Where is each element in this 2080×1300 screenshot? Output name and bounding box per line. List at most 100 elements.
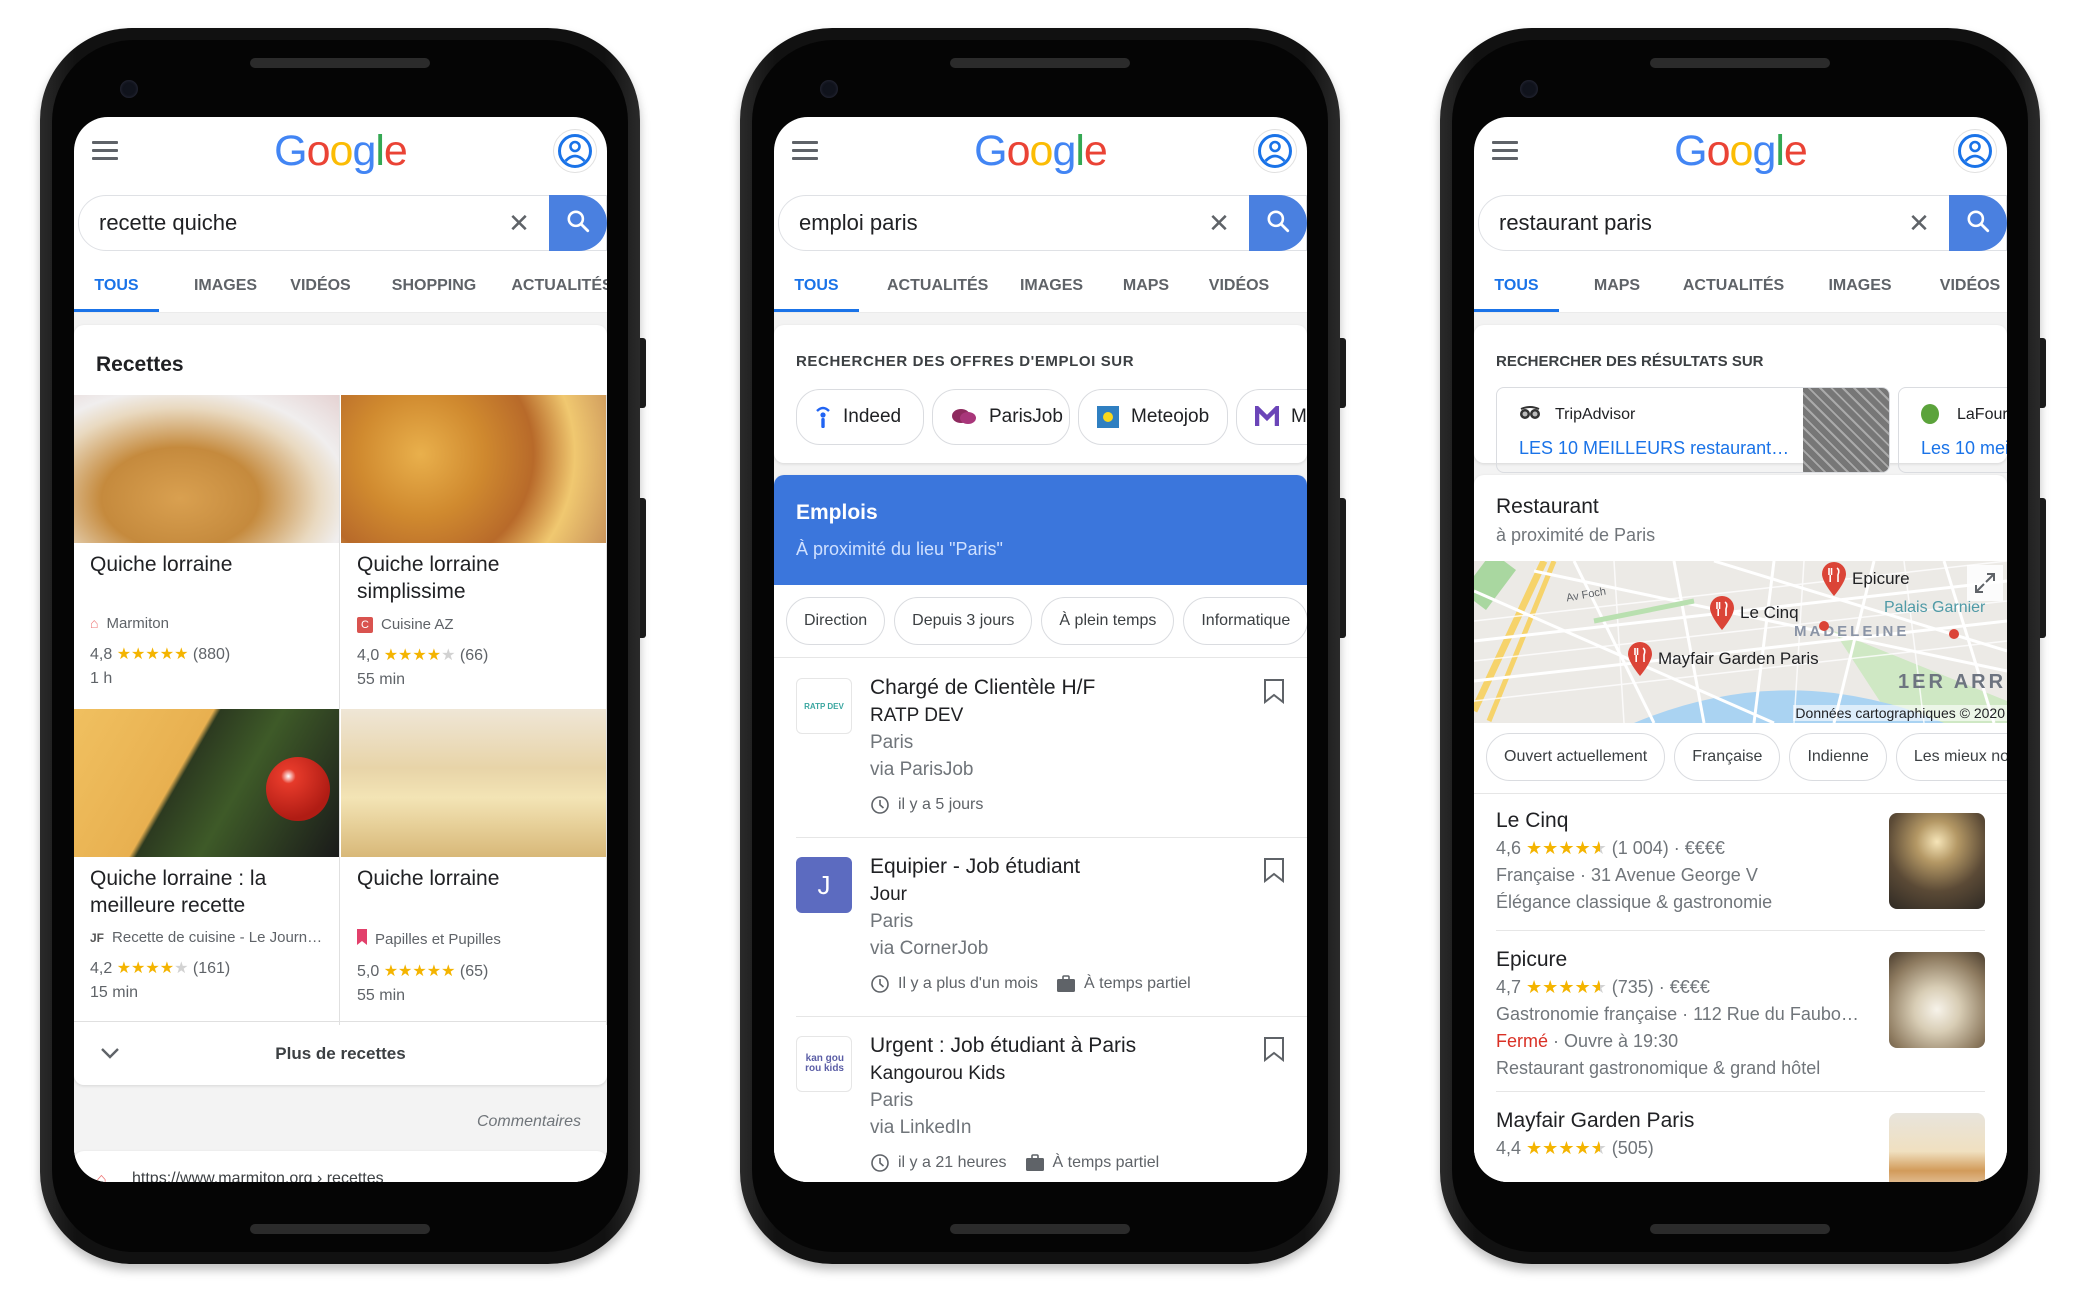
volume-button — [1340, 498, 1346, 638]
job-site-chips: Indeed ParisJob Meteojob Mon — [796, 389, 1307, 445]
search-button[interactable] — [1949, 195, 2007, 251]
tab-images[interactable]: IMAGES — [1007, 259, 1096, 312]
recipe-card[interactable]: Quiche lorraine simplissime C Cuisine AZ … — [341, 395, 607, 711]
web-result[interactable]: ⌂ https://www.marmiton.org › recettes — [74, 1151, 607, 1182]
restaurant-listing[interactable]: Mayfair Garden Paris 4,4 ★★★★★ (505) — [1496, 1091, 1985, 1182]
google-logo[interactable]: Google — [974, 127, 1108, 176]
menu-icon[interactable] — [1492, 141, 1518, 160]
tab-actualités[interactable]: ACTUALITÉS — [887, 259, 988, 312]
filter-chip[interactable]: Depuis 3 jours — [894, 597, 1033, 645]
company-logo: RATP DEV — [796, 678, 852, 734]
pin-label: Mayfair Garden Paris — [1658, 648, 1819, 668]
search-button[interactable] — [1249, 195, 1307, 251]
tab-tous[interactable]: TOUS — [774, 259, 859, 312]
rating-value: 4,8 — [90, 646, 113, 663]
tab-maps[interactable]: MAPS — [1116, 259, 1176, 312]
job-site-parisjob[interactable]: ParisJob — [932, 389, 1070, 445]
filter-chip[interactable]: Direction — [786, 597, 886, 645]
job-site-label: ParisJob — [989, 406, 1063, 427]
filter-chip[interactable]: Informatique — [1183, 597, 1307, 645]
search-tabs: TOUS ACTUALITÉS IMAGES MAPS VIDÉOS — [774, 259, 1307, 313]
filter-chip[interactable]: Indienne — [1789, 733, 1887, 781]
tab-images[interactable]: IMAGES — [187, 259, 264, 312]
front-camera — [820, 80, 838, 98]
logo-letter: g — [352, 127, 376, 175]
map[interactable]: Av Foch MADELEINE Palais Garnier 1ER ARR… — [1474, 561, 2007, 723]
restaurant-pin-icon — [1820, 561, 1848, 602]
job-company: RATP DEV — [870, 705, 964, 726]
map-pin-epicure[interactable]: Epicure — [1820, 561, 1910, 602]
lafourchette-card[interactable]: LaFourchette Les 10 meilleurs — [1898, 387, 2007, 473]
tripadvisor-card[interactable]: TripAdvisor LES 10 MEILLEURS restaurant… — [1496, 387, 1890, 473]
account-icon[interactable] — [553, 129, 597, 173]
emplois-banner[interactable]: Emplois À proximité du lieu "Paris" — [774, 475, 1307, 585]
restaurant-pin-icon — [1708, 595, 1736, 636]
clear-icon[interactable]: ✕ — [499, 208, 539, 239]
bookmark-icon[interactable] — [1263, 857, 1285, 884]
filter-chip[interactable]: Française — [1674, 733, 1781, 781]
search-input[interactable]: restaurant paris — [1479, 210, 1899, 236]
briefcase-icon — [1025, 1154, 1045, 1172]
restaurant-listing[interactable]: Epicure 4,7 ★★★★★ (735) · €€€€ Gastronom… — [1496, 930, 1985, 1086]
job-site-meteojob[interactable]: Meteojob — [1078, 389, 1228, 445]
search-input[interactable]: emploi paris — [779, 210, 1199, 236]
job-site-mon[interactable]: Mon — [1236, 389, 1307, 445]
tab-vidéos[interactable]: VIDÉOS — [1928, 259, 2007, 312]
result-url[interactable]: https://www.marmiton.org › recettes — [132, 1170, 384, 1182]
search-bar[interactable]: emploi paris ✕ — [778, 195, 1307, 251]
bookmark-icon[interactable] — [1263, 678, 1285, 705]
job-listing[interactable]: kan gou rou kids Urgent : Job étudiant à… — [774, 1016, 1307, 1182]
clear-icon[interactable]: ✕ — [1199, 208, 1239, 239]
job-listing[interactable]: RATP DEV Chargé de Clientèle H/F RATP DE… — [774, 658, 1307, 837]
filter-chip[interactable]: Ouvert actuellement — [1486, 733, 1666, 781]
restaurant-photo — [1889, 813, 1985, 909]
recipe-card[interactable]: Quiche lorraine ⌂ Marmiton 4,8 ★★★★★ (880… — [74, 395, 340, 711]
account-icon[interactable] — [1953, 129, 1997, 173]
search-button[interactable] — [549, 195, 607, 251]
tab-maps[interactable]: MAPS — [1583, 259, 1651, 312]
google-logo[interactable]: Google — [1674, 127, 1808, 176]
logo-letter: e — [1783, 127, 1808, 175]
parisjob-logo-icon — [951, 407, 977, 427]
tab-images[interactable]: IMAGES — [1816, 259, 1904, 312]
star-rating: ★★★★★ — [1526, 1138, 1607, 1158]
account-icon[interactable] — [1253, 129, 1297, 173]
search-bar[interactable]: restaurant paris ✕ — [1478, 195, 2007, 251]
tab-actualités[interactable]: ACTUALITÉS — [509, 259, 607, 312]
clear-icon[interactable]: ✕ — [1899, 208, 1939, 239]
tab-vidéos[interactable]: VIDÉOS — [1198, 259, 1280, 312]
jobs-card: Emplois À proximité du lieu "Paris" Dire… — [774, 475, 1307, 1182]
job-site-indeed[interactable]: Indeed — [796, 389, 924, 445]
expand-map-icon[interactable] — [1967, 565, 2003, 601]
recipe-card[interactable]: Quiche lorraine : la meilleure recette J… — [74, 709, 340, 1025]
source-name: TripAdvisor — [1555, 406, 1636, 423]
job-listing[interactable]: J Equipier - Job étudiant Jour Paris via… — [774, 837, 1307, 1016]
logo-letter: l — [375, 127, 385, 175]
price-level: €€€€ — [1669, 977, 1710, 997]
source-link[interactable]: Les 10 meilleurs — [1921, 438, 2007, 459]
feedback-link[interactable]: Commentaires — [477, 1113, 581, 1131]
more-recipes-button[interactable]: Plus de recettes — [74, 1021, 607, 1085]
google-logo[interactable]: Google — [274, 127, 408, 176]
map-pin-le-cinq[interactable]: Le Cinq — [1708, 595, 1799, 636]
search-input[interactable]: recette quiche — [79, 210, 499, 236]
filter-chip[interactable]: Les mieux notés — [1895, 733, 2007, 781]
rating-value: 4,0 — [357, 647, 380, 664]
tab-tous[interactable]: TOUS — [74, 259, 159, 312]
tab-vidéos[interactable]: VIDÉOS — [282, 259, 359, 312]
tab-actualités[interactable]: ACTUALITÉS — [1675, 259, 1792, 312]
rating-value: 4,4 — [1496, 1138, 1522, 1158]
map-pin-mayfair[interactable]: Mayfair Garden Paris — [1626, 641, 1819, 682]
tab-tous[interactable]: TOUS — [1474, 259, 1559, 312]
source-link[interactable]: LES 10 MEILLEURS restaurant… — [1519, 438, 1789, 459]
filter-chip[interactable]: À plein temps — [1041, 597, 1175, 645]
search-bar[interactable]: recette quiche ✕ — [78, 195, 607, 251]
tab-shopping[interactable]: SHOPPING — [381, 259, 487, 312]
bookmark-icon[interactable] — [1263, 1036, 1285, 1063]
job-location: Paris — [870, 732, 914, 753]
menu-icon[interactable] — [792, 141, 818, 160]
menu-icon[interactable] — [92, 141, 118, 160]
louvre-thumbnail — [1803, 388, 1889, 472]
recipe-card[interactable]: Quiche lorraine Papilles et Pupilles 5,0… — [341, 709, 607, 1025]
restaurant-listing[interactable]: Le Cinq 4,6 ★★★★★ (1 004) · €€€€ Françai… — [1496, 807, 1985, 947]
